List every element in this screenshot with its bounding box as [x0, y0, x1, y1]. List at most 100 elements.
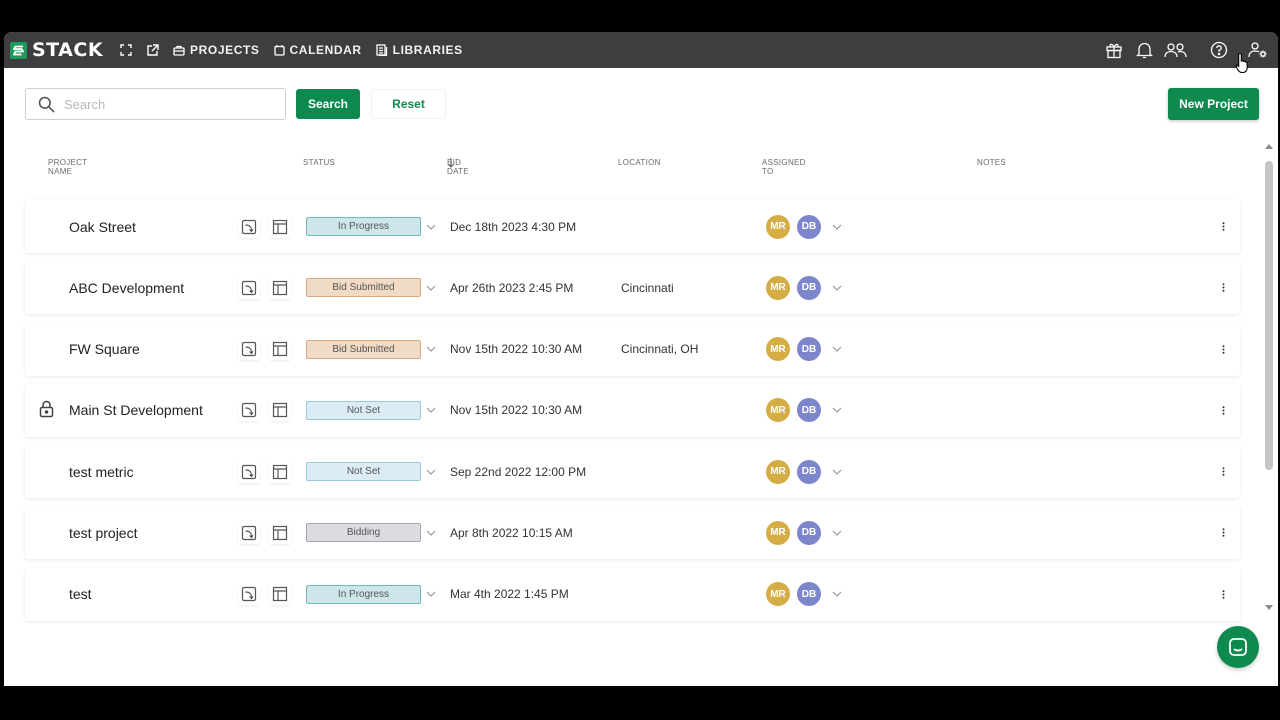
- takeoff-icon[interactable]: [238, 276, 260, 299]
- search-input[interactable]: [64, 96, 264, 112]
- project-name[interactable]: test: [69, 586, 92, 602]
- takeoff-icon[interactable]: [238, 399, 260, 422]
- nav-calendar-label: CALENDAR: [289, 43, 362, 57]
- avatar[interactable]: MR: [766, 398, 790, 423]
- briefcase-icon: [173, 45, 185, 56]
- table-row[interactable]: FW Square Bid Submitted Nov 15th 2022 10:3…: [25, 322, 1240, 376]
- bid-date: Nov 15th 2022 10:30 AM: [450, 342, 583, 357]
- status-badge[interactable]: Not Set: [306, 400, 421, 420]
- status-badge[interactable]: Bid Submitted: [306, 339, 421, 359]
- project-name[interactable]: Main St Development: [69, 402, 203, 418]
- avatar[interactable]: DB: [797, 459, 821, 484]
- chat-support-button[interactable]: [1217, 626, 1259, 668]
- layout-icon[interactable]: [269, 521, 291, 544]
- nav-libraries[interactable]: LIBRARIES: [376, 43, 463, 57]
- search-button[interactable]: Search: [296, 89, 360, 119]
- status-dropdown-chevron-icon[interactable]: [425, 282, 437, 294]
- avatar[interactable]: MR: [766, 275, 790, 300]
- scrollbar[interactable]: [1264, 144, 1274, 610]
- table-header: PROJECT NAME STATUS BID DATE LOCATION AS…: [48, 158, 1007, 176]
- stack-logo[interactable]: STACK: [10, 39, 103, 61]
- row-menu-icon[interactable]: [1220, 526, 1226, 540]
- table-row[interactable]: ABC Development Bid Submitted Apr 26th 202…: [25, 261, 1240, 315]
- row-menu-icon[interactable]: [1220, 220, 1226, 234]
- search-field[interactable]: [25, 88, 286, 120]
- takeoff-icon[interactable]: [238, 215, 260, 238]
- layout-icon[interactable]: [269, 399, 291, 422]
- status-badge[interactable]: In Progress: [306, 584, 421, 604]
- row-menu-icon[interactable]: [1220, 403, 1226, 417]
- status-badge[interactable]: Not Set: [306, 462, 421, 482]
- avatar[interactable]: MR: [766, 582, 790, 607]
- assignee-dropdown-chevron-icon[interactable]: [831, 282, 843, 294]
- avatar[interactable]: DB: [797, 337, 821, 362]
- gift-icon[interactable]: [1098, 32, 1129, 68]
- new-project-button[interactable]: New Project: [1168, 88, 1259, 120]
- assignee-dropdown-chevron-icon[interactable]: [831, 404, 843, 416]
- scroll-down-arrow-icon[interactable]: [1265, 605, 1273, 610]
- row-menu-icon[interactable]: [1220, 342, 1226, 356]
- row-menu-icon[interactable]: [1220, 465, 1226, 479]
- takeoff-icon[interactable]: [238, 338, 260, 361]
- layout-icon[interactable]: [269, 460, 291, 483]
- status-badge[interactable]: Bidding: [306, 523, 421, 543]
- project-name[interactable]: ABC Development: [69, 280, 184, 296]
- takeoff-icon[interactable]: [238, 583, 260, 606]
- avatar[interactable]: DB: [797, 275, 821, 300]
- status-dropdown-chevron-icon[interactable]: [425, 466, 437, 478]
- table-row[interactable]: Oak Street In Progress Dec 18th 2023 4:30 …: [25, 200, 1240, 253]
- assignee-dropdown-chevron-icon[interactable]: [831, 527, 843, 539]
- reset-button[interactable]: Reset: [371, 89, 446, 119]
- assignee-dropdown-chevron-icon[interactable]: [831, 221, 843, 233]
- users-icon[interactable]: [1160, 32, 1191, 68]
- project-name[interactable]: test metric: [69, 464, 134, 480]
- avatar[interactable]: DB: [797, 582, 821, 607]
- status-dropdown-chevron-icon[interactable]: [425, 588, 437, 600]
- header-bid-date[interactable]: BID DATE: [447, 158, 469, 176]
- external-link-icon[interactable]: [139, 32, 165, 68]
- row-menu-icon[interactable]: [1220, 281, 1226, 295]
- nav-libraries-label: LIBRARIES: [392, 43, 463, 57]
- project-name[interactable]: FW Square: [69, 341, 140, 357]
- nav-projects[interactable]: PROJECTS: [173, 43, 259, 57]
- avatar[interactable]: DB: [797, 398, 821, 423]
- layout-icon[interactable]: [269, 338, 291, 361]
- table-row[interactable]: Main St Development Not Set Nov 15th 2022 …: [25, 383, 1240, 437]
- layout-icon[interactable]: [269, 276, 291, 299]
- assignee-dropdown-chevron-icon[interactable]: [831, 466, 843, 478]
- layout-icon[interactable]: [269, 583, 291, 606]
- status-badge[interactable]: In Progress: [306, 217, 421, 236]
- status-badge[interactable]: Bid Submitted: [306, 278, 421, 298]
- search-toolbar: Search Reset New Project: [25, 88, 1259, 120]
- table-row[interactable]: test In Progress Mar 4th 2022 1:45 PM MR DB: [25, 567, 1240, 621]
- takeoff-icon[interactable]: [238, 460, 260, 483]
- scrollbar-thumb[interactable]: [1265, 161, 1273, 470]
- bid-date: Sep 22nd 2022 12:00 PM: [450, 464, 587, 479]
- avatar[interactable]: MR: [766, 337, 790, 362]
- status-dropdown-chevron-icon[interactable]: [425, 527, 437, 539]
- avatar[interactable]: DB: [797, 214, 821, 239]
- scroll-up-arrow-icon[interactable]: [1265, 144, 1273, 149]
- status-dropdown-chevron-icon[interactable]: [425, 221, 437, 233]
- chat-icon: [1229, 638, 1247, 656]
- table-row[interactable]: test project Bidding Apr 8th 2022 10:15 AM…: [25, 506, 1240, 560]
- assignee-dropdown-chevron-icon[interactable]: [831, 588, 843, 600]
- avatar[interactable]: MR: [766, 459, 790, 484]
- avatar[interactable]: DB: [797, 520, 821, 545]
- nav-calendar[interactable]: CALENDAR: [273, 43, 362, 57]
- assignee-dropdown-chevron-icon[interactable]: [831, 343, 843, 355]
- project-name[interactable]: test project: [69, 525, 137, 541]
- status-dropdown-chevron-icon[interactable]: [425, 343, 437, 355]
- status-dropdown-chevron-icon[interactable]: [425, 404, 437, 416]
- bell-icon[interactable]: [1129, 32, 1160, 68]
- help-icon[interactable]: [1203, 32, 1234, 68]
- row-menu-icon[interactable]: [1220, 587, 1226, 601]
- avatar[interactable]: MR: [766, 214, 790, 239]
- brand-name: STACK: [32, 39, 104, 61]
- project-name[interactable]: Oak Street: [69, 219, 136, 235]
- layout-icon[interactable]: [269, 215, 291, 238]
- takeoff-icon[interactable]: [238, 521, 260, 544]
- table-row[interactable]: test metric Not Set Sep 22nd 2022 12:00 PM…: [25, 445, 1240, 499]
- fullscreen-icon[interactable]: [113, 32, 139, 68]
- avatar[interactable]: MR: [766, 520, 790, 545]
